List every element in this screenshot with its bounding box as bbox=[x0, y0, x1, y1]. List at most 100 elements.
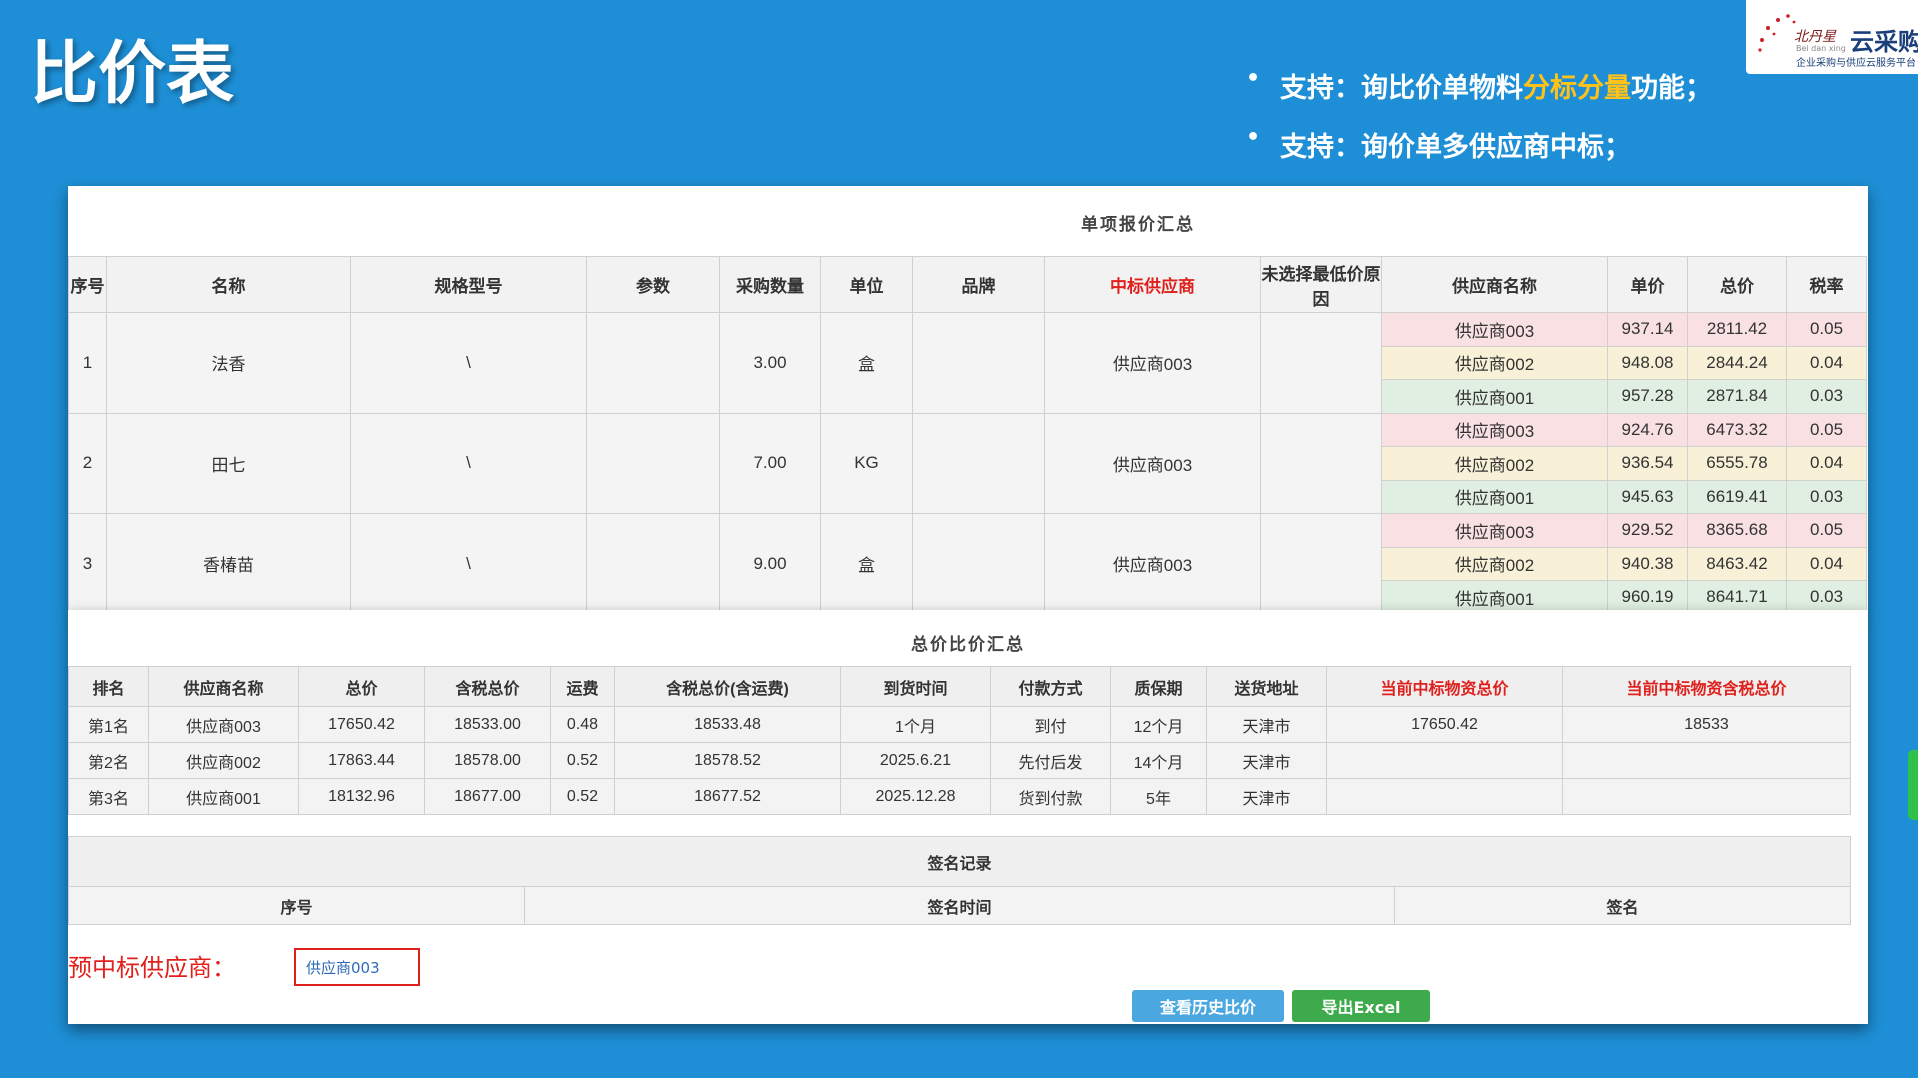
item-spec: \ bbox=[350, 312, 587, 414]
quote-supplier: 供应商003 bbox=[1381, 312, 1608, 347]
total-summary-cell: 第2名 bbox=[68, 742, 149, 779]
logo-name: 云采购 bbox=[1850, 28, 1918, 56]
item-summary-col-1: 名称 bbox=[106, 256, 351, 313]
item-summary-col-5: 单位 bbox=[820, 256, 913, 313]
total-summary-cell: 18132.96 bbox=[298, 778, 425, 815]
pre-winner-field[interactable]: 供应商003 bbox=[294, 948, 420, 986]
total-summary-cell: 1个月 bbox=[840, 706, 991, 743]
item-qty: 9.00 bbox=[719, 513, 821, 611]
item-winner: 供应商003 bbox=[1044, 513, 1261, 611]
total-summary-cell: 18533.48 bbox=[614, 706, 841, 743]
total-summary-cell: 第3名 bbox=[68, 778, 149, 815]
item-summary-col-7: 中标供应商 bbox=[1044, 256, 1261, 313]
total-summary-row: 第3名 供应商001 18132.96 18677.00 0.52 18677.52 202… bbox=[68, 778, 1851, 815]
total-summary-col-7: 付款方式 bbox=[990, 666, 1111, 707]
total-summary-cell: 17863.44 bbox=[298, 742, 425, 779]
item-summary-col-9: 供应商名称 bbox=[1381, 256, 1608, 313]
item-no: 3 bbox=[68, 513, 107, 611]
quote-supplier: 供应商001 bbox=[1381, 479, 1608, 514]
pre-winner-label: 预中标供应商： bbox=[68, 954, 236, 982]
total-summary-cell bbox=[1562, 742, 1851, 779]
total-summary-header-row: 排名 供应商名称 总价 含税总价 运费 含税总价(含运费) 到货时间 付款方式 质保期 送货地址当… bbox=[68, 666, 1851, 707]
quote-price: 948.08 bbox=[1607, 345, 1688, 380]
total-summary-cell: 2025.12.28 bbox=[840, 778, 991, 815]
quote-total: 2871.84 bbox=[1687, 379, 1787, 414]
total-summary-cell: 天津市 bbox=[1206, 742, 1327, 779]
quote-price: 924.76 bbox=[1607, 412, 1688, 447]
quote-price: 957.28 bbox=[1607, 379, 1688, 414]
total-summary-col-5: 含税总价(含运费) bbox=[614, 666, 841, 707]
item-summary-col-8: 未选择最低价原因 bbox=[1260, 256, 1382, 313]
total-summary-cell: 天津市 bbox=[1206, 778, 1327, 815]
item-summary-col-10: 单价 bbox=[1607, 256, 1688, 313]
item-brand bbox=[912, 312, 1045, 414]
logo-sub: Bei dan xing bbox=[1796, 44, 1846, 53]
feature-bullet-1: 支持：询比价单物料分标分量功能； bbox=[1240, 66, 1712, 105]
total-summary-col-8: 质保期 bbox=[1110, 666, 1207, 707]
item-qty: 3.00 bbox=[719, 312, 821, 414]
total-summary-cell: 17650.42 bbox=[298, 706, 425, 743]
quote-total: 6473.32 bbox=[1687, 412, 1787, 447]
item-summary-panel: 单项报价汇总 序号 名称 规格型号 参数 采购数量 单位 品牌 中标供应商 未选择最低价原因 供应… bbox=[68, 186, 1868, 611]
total-summary-table: 排名 供应商名称 总价 含税总价 运费 含税总价(含运费) 到货时间 付款方式 质保期 送货地址当… bbox=[68, 666, 1851, 815]
item-quote-row: 3 香椿苗 \ 9.00 盒供应商003 供应商003 929.52 8365.68 0.05 bbox=[68, 513, 1867, 611]
total-summary-cell: 供应商003 bbox=[148, 706, 299, 743]
total-summary-row: 第2名 供应商002 17863.44 18578.00 0.52 18578.52 202… bbox=[68, 742, 1851, 779]
quote-total: 8463.42 bbox=[1687, 546, 1787, 581]
total-summary-cell: 先付后发 bbox=[990, 742, 1111, 779]
item-name: 香椿苗 bbox=[106, 513, 351, 611]
quote-price: 960.19 bbox=[1607, 580, 1688, 611]
total-summary-cell: 18533 bbox=[1562, 706, 1851, 743]
export-excel-button[interactable]: 导出Excel bbox=[1292, 990, 1430, 1022]
item-brand bbox=[912, 513, 1045, 611]
item-reason bbox=[1260, 513, 1382, 611]
quote-price: 937.14 bbox=[1607, 312, 1688, 347]
total-summary-cell: 5年 bbox=[1110, 778, 1207, 815]
quote-supplier: 供应商002 bbox=[1381, 345, 1608, 380]
quote-total: 2844.24 bbox=[1687, 345, 1787, 380]
item-param bbox=[586, 412, 720, 514]
signature-title: 签名记录 bbox=[68, 836, 1851, 887]
item-unit: 盒 bbox=[820, 513, 913, 611]
total-summary-cell: 17650.42 bbox=[1326, 706, 1563, 743]
total-summary-cell: 12个月 bbox=[1110, 706, 1207, 743]
item-summary-header-row: 序号 名称 规格型号 参数 采购数量 单位 品牌 中标供应商 未选择最低价原因 供应商名称 单价 总价… bbox=[68, 256, 1867, 313]
item-winner: 供应商003 bbox=[1044, 412, 1261, 514]
total-summary-col-1: 供应商名称 bbox=[148, 666, 299, 707]
item-summary-table: 序号 名称 规格型号 参数 采购数量 单位 品牌 中标供应商 未选择最低价原因 供应商名称 单价 总价… bbox=[68, 256, 1867, 611]
total-summary-col-4: 运费 bbox=[550, 666, 615, 707]
total-summary-col-6: 到货时间 bbox=[840, 666, 991, 707]
quote-total: 8641.71 bbox=[1687, 580, 1787, 611]
quote-tax: 0.03 bbox=[1786, 379, 1867, 414]
quote-supplier: 供应商002 bbox=[1381, 546, 1608, 581]
total-summary-cell: 到付 bbox=[990, 706, 1111, 743]
item-summary-col-3: 参数 bbox=[586, 256, 720, 313]
item-brand bbox=[912, 412, 1045, 514]
view-history-button[interactable]: 查看历史比价 bbox=[1132, 990, 1284, 1022]
item-quote-row: 2 田七 \ 7.00 KG 供应商003 供应商003 924.76 6473.32 0.05 bbox=[68, 412, 1867, 514]
quote-tax: 0.04 bbox=[1786, 446, 1867, 481]
total-summary-cell: 14个月 bbox=[1110, 742, 1207, 779]
quote-price: 940.38 bbox=[1607, 546, 1688, 581]
quote-tax: 0.05 bbox=[1786, 412, 1867, 447]
total-summary-cell: 18578.52 bbox=[614, 742, 841, 779]
total-summary-cell: 2025.6.21 bbox=[840, 742, 991, 779]
signature-header-row: 序号 签名时间 签名 bbox=[68, 886, 1851, 925]
quote-total: 2811.42 bbox=[1687, 312, 1787, 347]
quote-tax: 0.05 bbox=[1786, 513, 1867, 548]
scroll-indicator[interactable] bbox=[1908, 750, 1918, 820]
quote-supplier: 供应商003 bbox=[1381, 513, 1608, 548]
total-summary-cell: 第1名 bbox=[68, 706, 149, 743]
item-param bbox=[586, 312, 720, 414]
item-winner: 供应商003 bbox=[1044, 312, 1261, 414]
slide-title: 比价表 bbox=[30, 34, 235, 114]
total-summary-cell: 18578.00 bbox=[424, 742, 551, 779]
total-summary-col-9: 送货地址 bbox=[1206, 666, 1327, 707]
item-reason bbox=[1260, 312, 1382, 414]
item-summary-col-11: 总价 bbox=[1687, 256, 1787, 313]
total-summary-cell bbox=[1326, 778, 1563, 815]
total-summary-cell: 天津市 bbox=[1206, 706, 1327, 743]
item-no: 1 bbox=[68, 312, 107, 414]
total-summary-cell: 0.48 bbox=[550, 706, 615, 743]
total-summary-cell: 18677.00 bbox=[424, 778, 551, 815]
